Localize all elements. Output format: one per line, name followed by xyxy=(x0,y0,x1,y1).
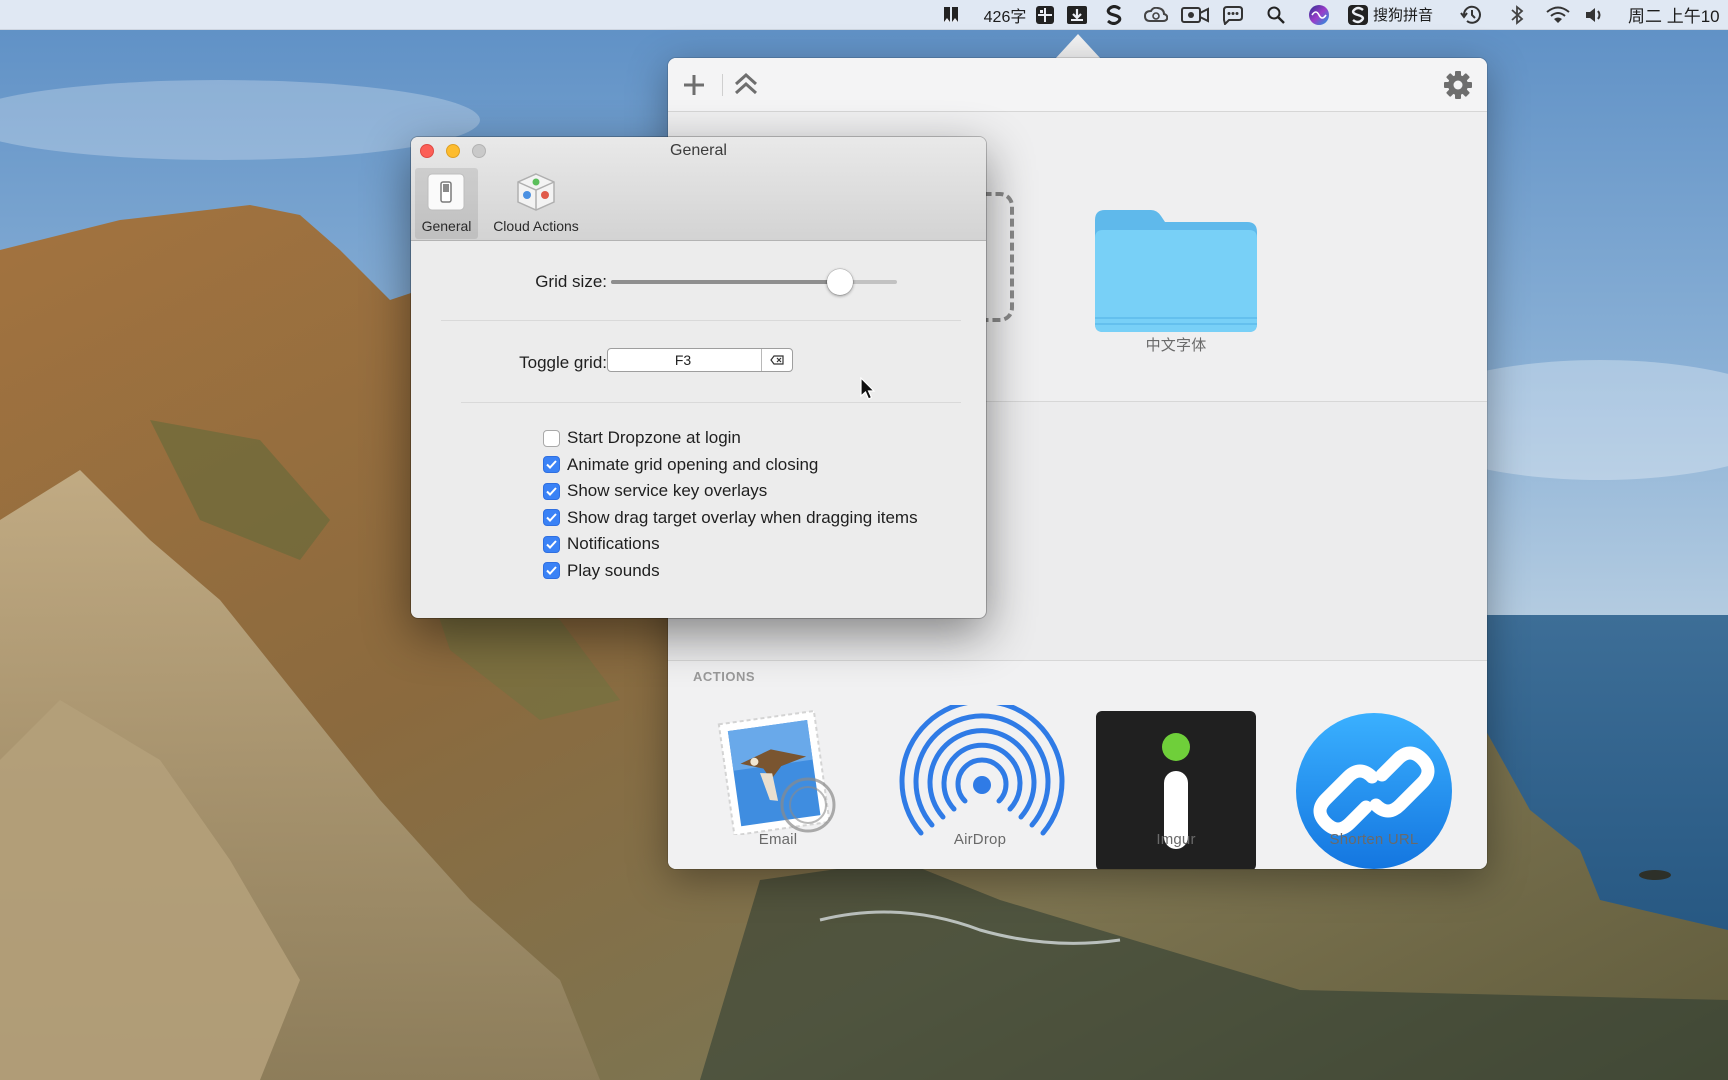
double-chevron-up-icon xyxy=(734,72,758,95)
checkbox-label: Show service key overlays xyxy=(567,481,768,500)
ime-label[interactable]: 搜狗拼音 xyxy=(1373,0,1443,29)
shortcut-value: F3 xyxy=(674,352,692,368)
siri-icon[interactable] xyxy=(1305,0,1333,29)
checkbox-notifications[interactable]: Notifications xyxy=(543,533,660,555)
grid-size-label: Grid size: xyxy=(535,272,607,291)
checkbox-box[interactable] xyxy=(543,509,560,526)
actions-section: ACTIONS Email AirDrop Imgur Shorten URL xyxy=(668,661,1487,869)
screen-record-icon[interactable] xyxy=(1180,0,1210,29)
folder-label: 中文字体 xyxy=(1145,337,1207,354)
creative-cloud-icon[interactable] xyxy=(1142,0,1170,29)
wifi-icon[interactable] xyxy=(1543,0,1573,29)
grid-size-slider[interactable] xyxy=(609,267,899,297)
separator xyxy=(441,320,961,321)
checkmark-icon xyxy=(546,486,557,496)
word-count[interactable]: 426字 xyxy=(980,0,1030,29)
toggle-grid-shortcut-field[interactable]: F3 xyxy=(607,348,793,372)
gear-icon xyxy=(1444,71,1472,99)
toolbar-divider xyxy=(722,74,723,96)
preferences-content: Grid size: Toggle grid: F3 Start Dropzon… xyxy=(411,241,986,618)
plus-icon xyxy=(684,75,704,95)
mail-stamp-icon xyxy=(717,709,836,837)
tab-cloud-actions[interactable]: Cloud Actions xyxy=(481,168,591,239)
checkbox-start-at-login[interactable]: Start Dropzone at login xyxy=(543,427,741,449)
bookmark-app-icon[interactable] xyxy=(938,0,964,29)
checkbox-box[interactable] xyxy=(543,562,560,579)
add-button[interactable] xyxy=(680,71,708,99)
separator xyxy=(461,402,961,403)
checkmark-icon xyxy=(546,460,557,469)
checkmark-icon xyxy=(546,566,557,575)
airdrop-label: AirDrop xyxy=(953,831,1007,848)
checkbox-play-sounds[interactable]: Play sounds xyxy=(543,560,660,582)
menu-bar-clock[interactable]: 周二 上午10 xyxy=(1628,0,1728,29)
tab-general[interactable]: General xyxy=(415,168,478,239)
checkbox-drag-target-overlay[interactable]: Show drag target overlay when dragging i… xyxy=(543,507,918,529)
tab-cloud-actions-label: Cloud Actions xyxy=(493,218,579,234)
checkbox-label: Start Dropzone at login xyxy=(567,428,741,447)
slider-knob[interactable] xyxy=(826,269,853,295)
checkbox-label: Animate grid opening and closing xyxy=(567,454,819,474)
toggle-grid-label: Toggle grid: xyxy=(519,353,607,372)
checkbox-box[interactable] xyxy=(543,429,560,447)
checkbox-animate-grid[interactable]: Animate grid opening and closing xyxy=(543,454,818,476)
dropzone-menu-icon[interactable] xyxy=(1064,0,1090,29)
checkmark-icon xyxy=(546,539,557,549)
spotlight-search-icon[interactable] xyxy=(1263,0,1289,29)
folder-target[interactable] xyxy=(1093,206,1259,336)
checkbox-label: Play sounds xyxy=(567,560,660,580)
checkbox-label: Show drag target overlay when dragging i… xyxy=(567,507,918,527)
sogou-ime-icon[interactable] xyxy=(1347,0,1369,29)
cloud-cube-icon xyxy=(517,173,555,211)
dropzone-popover-arrow xyxy=(1055,34,1101,59)
folder-icon xyxy=(1095,210,1257,332)
checkbox-box[interactable] xyxy=(543,535,560,553)
slider-fill xyxy=(611,280,840,284)
checkbox-label: Notifications xyxy=(567,534,660,553)
general-preferences-window: General General Cloud Actions Grid size: xyxy=(411,137,986,618)
actions-header: ACTIONS xyxy=(693,669,755,684)
volume-icon[interactable] xyxy=(1582,0,1608,29)
bluetooth-icon[interactable] xyxy=(1506,0,1528,29)
settings-button[interactable] xyxy=(1442,69,1474,101)
mouse-cursor-icon xyxy=(860,377,876,400)
shorten-url-label: Shorten URL xyxy=(1329,831,1419,848)
checkbox-service-key-overlays[interactable]: Show service key overlays xyxy=(543,480,767,502)
time-machine-icon[interactable] xyxy=(1457,0,1485,29)
email-label: Email xyxy=(758,831,798,848)
tab-general-label: General xyxy=(421,218,472,234)
checkbox-box[interactable] xyxy=(543,482,560,500)
imgur-label: Imgur xyxy=(1156,831,1196,848)
window-title: General xyxy=(670,142,727,159)
delete-key-icon xyxy=(770,355,784,365)
dropzone-toolbar xyxy=(668,58,1487,112)
switch-icon xyxy=(427,173,465,211)
s-app-icon[interactable] xyxy=(1102,0,1126,29)
grid-app-icon[interactable] xyxy=(1033,0,1057,29)
clear-shortcut-button[interactable] xyxy=(761,349,792,371)
window-titlebar: General General Cloud Actions xyxy=(411,137,986,241)
checkmark-icon xyxy=(546,513,557,522)
checkbox-box[interactable] xyxy=(543,456,560,473)
collapse-button[interactable] xyxy=(732,71,760,99)
chat-icon[interactable] xyxy=(1219,0,1247,29)
menu-bar: 426字 搜狗拼音 周二 上午10 xyxy=(0,0,1728,30)
